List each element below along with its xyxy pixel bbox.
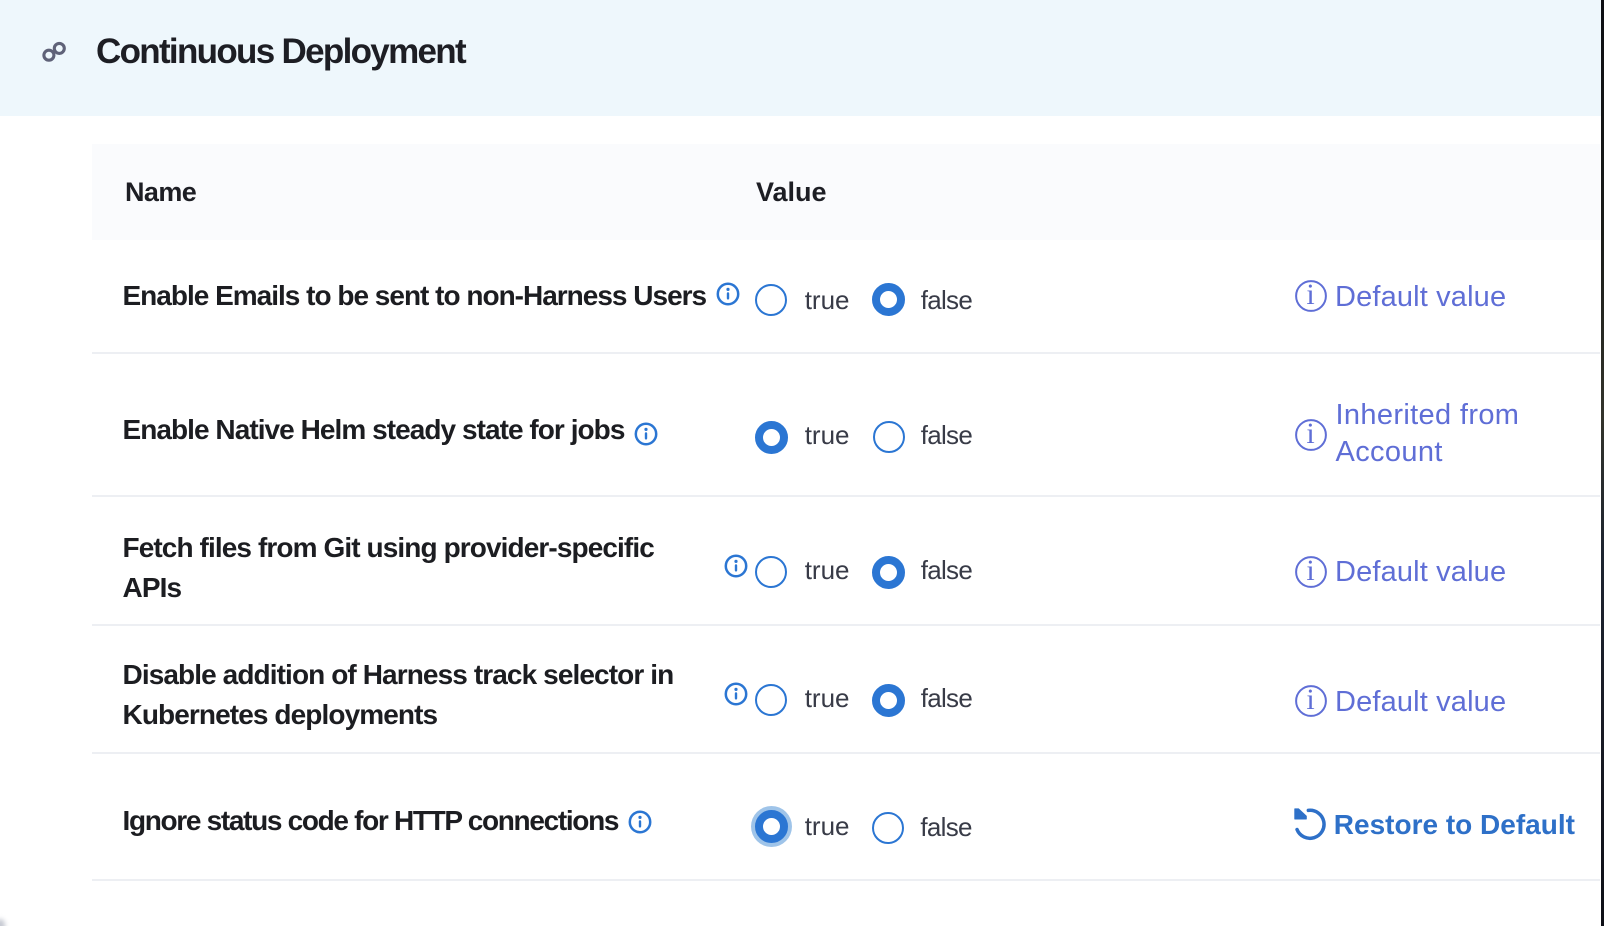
- svg-text:i: i: [1306, 685, 1314, 716]
- svg-text:i: i: [1306, 280, 1314, 311]
- svg-text:i: i: [1306, 419, 1314, 450]
- svg-text:i: i: [1306, 556, 1314, 587]
